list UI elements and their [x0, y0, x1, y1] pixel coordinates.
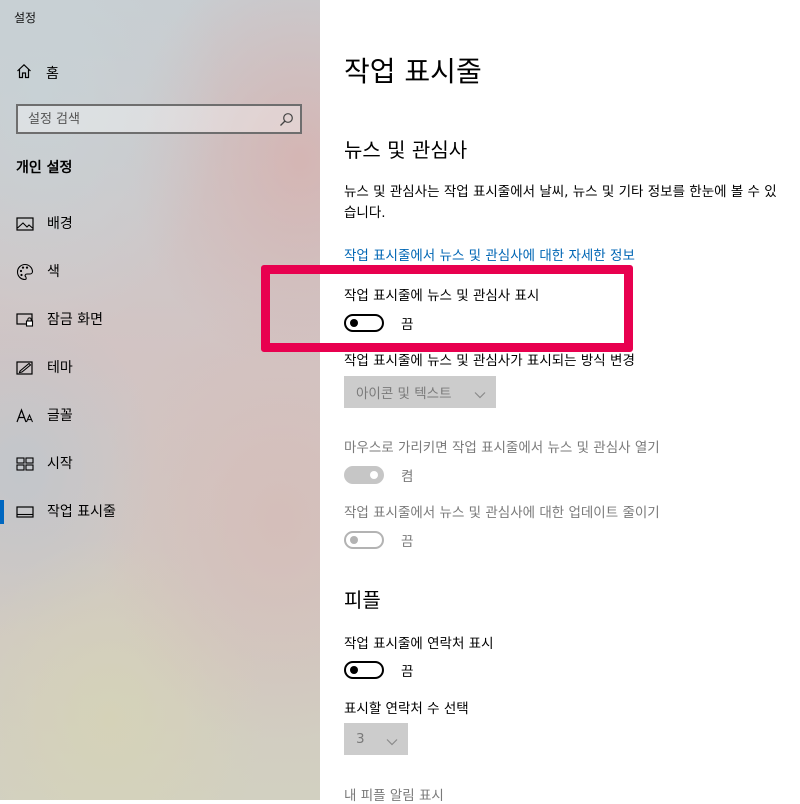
news-description: 뉴스 및 관심사는 작업 표시줄에서 날씨, 뉴스 및 기타 정보를 한눈에 볼…: [344, 184, 777, 221]
highlight-annotation-box: [261, 265, 633, 352]
reduce-updates-toggle[interactable]: [344, 531, 384, 549]
sidebar-item-label: 배경: [47, 216, 73, 232]
toggle-knob: [370, 471, 378, 479]
toggle-knob: [350, 666, 358, 674]
sidebar: 설정 홈 개인 설정 배경 색 잠금 화면: [0, 0, 320, 800]
start-icon: [16, 455, 34, 473]
section-title: 개인 설정: [16, 160, 73, 176]
toggle-state-label: 켬: [401, 469, 414, 485]
sidebar-item-label: 색: [47, 264, 60, 280]
show-contacts-toggle[interactable]: [344, 661, 384, 679]
main-content: 작업 표시줄 뉴스 및 관심사 뉴스 및 관심사는 작업 표시줄에서 날씨, 뉴…: [320, 0, 800, 804]
contact-count-label: 표시할 연락처 수 선택: [344, 701, 469, 717]
sidebar-nav: 배경 색 잠금 화면 테마 글꼴 시작 작업 표시줄: [0, 200, 320, 536]
toggle-knob: [350, 536, 358, 544]
dropdown-value: 3: [356, 731, 365, 747]
show-contacts-label: 작업 표시줄에 연락처 표시: [344, 636, 494, 652]
people-section-title: 피플: [344, 588, 381, 612]
sidebar-item-label: 테마: [47, 360, 73, 376]
reduce-updates-toggle-row: 끔: [344, 529, 413, 551]
show-contacts-toggle-row: 끔: [344, 659, 413, 681]
news-info-link[interactable]: 작업 표시줄에서 뉴스 및 관심사에 대한 자세한 정보: [344, 244, 635, 264]
toggle-state-label: 끔: [401, 664, 414, 680]
selected-indicator: [0, 500, 4, 524]
sidebar-item-fonts[interactable]: 글꼴: [0, 392, 320, 440]
news-section-title: 뉴스 및 관심사: [344, 138, 468, 162]
window-title: 설정: [14, 11, 37, 25]
search-input[interactable]: [18, 106, 278, 132]
lock-screen-icon: [16, 311, 34, 329]
search-icon[interactable]: [279, 112, 294, 131]
people-notify-label: 내 피플 알림 표시: [344, 788, 444, 804]
palette-icon: [16, 263, 34, 281]
toggle-state-label: 끔: [401, 534, 414, 550]
sidebar-item-background[interactable]: 배경: [0, 200, 320, 248]
chevron-down-icon: [474, 387, 486, 403]
sidebar-item-label: 시작: [47, 456, 73, 472]
sidebar-item-label: 글꼴: [47, 408, 73, 424]
contact-count-dropdown[interactable]: 3: [344, 723, 408, 755]
sidebar-item-start[interactable]: 시작: [0, 440, 320, 488]
dropdown-value: 아이콘 및 텍스트: [356, 386, 452, 402]
page-title: 작업 표시줄: [344, 55, 482, 88]
font-icon: [16, 407, 34, 425]
sidebar-item-label: 잠금 화면: [47, 312, 103, 328]
sidebar-item-label: 작업 표시줄: [47, 504, 116, 520]
picture-icon: [16, 215, 34, 233]
reduce-updates-label: 작업 표시줄에서 뉴스 및 관심사에 대한 업데이트 줄이기: [344, 505, 660, 521]
settings-search-box[interactable]: [16, 104, 302, 134]
taskbar-icon: [16, 503, 34, 521]
home-label: 홈: [46, 66, 59, 82]
home-link[interactable]: 홈: [16, 62, 59, 84]
hover-open-toggle-row: 켬: [344, 464, 413, 486]
theme-icon: [16, 359, 34, 377]
home-icon: [16, 63, 32, 83]
display-mode-label: 작업 표시줄에 뉴스 및 관심사가 표시되는 방식 변경: [344, 353, 635, 369]
sidebar-item-taskbar[interactable]: 작업 표시줄: [0, 488, 320, 536]
chevron-down-icon: [386, 734, 398, 750]
display-mode-dropdown[interactable]: 아이콘 및 텍스트: [344, 376, 496, 408]
hover-open-label: 마우스로 가리키면 작업 표시줄에서 뉴스 및 관심사 열기: [344, 440, 660, 456]
hover-open-toggle[interactable]: [344, 466, 384, 484]
